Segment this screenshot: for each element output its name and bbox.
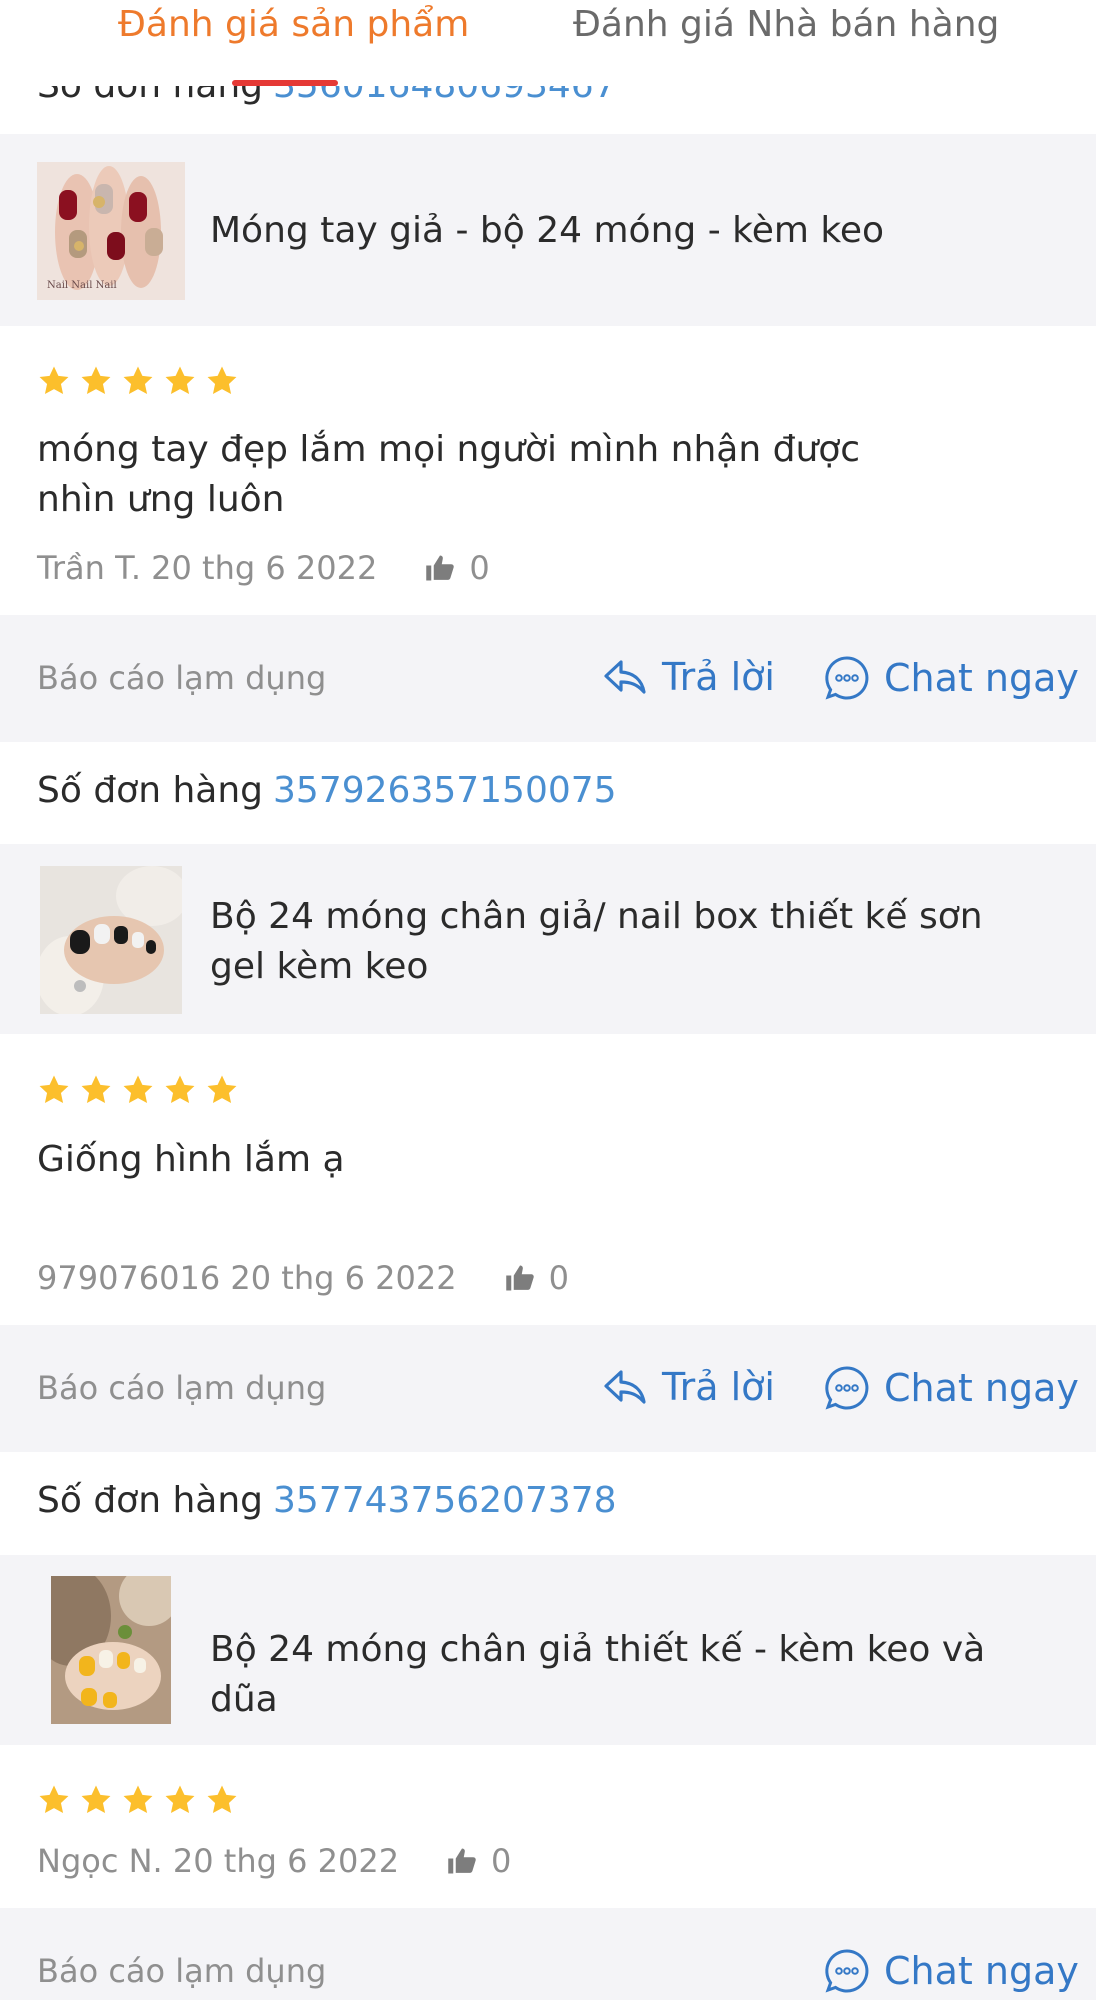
order-label: Số đơn hàng (37, 770, 264, 811)
star-icon (81, 1075, 111, 1104)
like-count: 0 (469, 549, 490, 587)
report-abuse-link[interactable]: Báo cáo lạm dụng (37, 1952, 326, 1990)
reviewer-and-date: Trần T. 20 thg 6 2022 (37, 549, 378, 587)
reply-button[interactable]: Trả lời (602, 1365, 775, 1409)
star-rating (37, 1783, 239, 1819)
star-icon (81, 366, 111, 395)
thumbs-up-icon (505, 1265, 534, 1291)
star-icon (207, 366, 237, 395)
review-tabs: Đánh giá sản phẩm Đánh giá Nhà bán hàng (0, 0, 1096, 86)
review-meta: Trần T. 20 thg 6 2022 0 (37, 549, 490, 587)
product-name: Bộ 24 móng chân giả thiết kế - kèm keo v… (210, 1629, 986, 1720)
like-count: 0 (548, 1259, 569, 1297)
thumbs-up-icon (448, 1848, 476, 1874)
star-icon (39, 366, 69, 395)
chat-now-button[interactable]: Chat ngay (824, 1948, 1079, 1994)
review-text: Giống hình lắm ạ (37, 1139, 345, 1180)
star-icon (39, 1785, 69, 1814)
reply-label: Trả lời (662, 655, 775, 699)
review-meta: 979076016 20 thg 6 2022 0 (37, 1259, 569, 1297)
product-card[interactable]: Bộ 24 móng chân giả/ nail box thiết kế s… (0, 844, 1096, 1034)
star-icon (123, 366, 153, 395)
star-icon (123, 1075, 153, 1104)
reviewer-and-date: 979076016 20 thg 6 2022 (37, 1259, 457, 1297)
tab-seller-reviews[interactable]: Đánh giá Nhà bán hàng (573, 4, 999, 45)
review-text: móng tay đẹp lắm mọi người mình nhận đượ… (37, 429, 861, 520)
order-number-link[interactable]: 357743756207378 (273, 1480, 617, 1521)
chat-now-label: Chat ngay (884, 1366, 1079, 1410)
order-number-row: Số đơn hàng 357743756207378 (37, 1480, 617, 1521)
thumbs-up-icon (426, 555, 455, 581)
chat-now-label: Chat ngay (884, 1949, 1079, 1993)
order-number-link[interactable]: 357926357150075 (273, 770, 617, 811)
chat-now-button[interactable]: Chat ngay (824, 1365, 1079, 1411)
like-button[interactable]: 0 (505, 1259, 569, 1297)
product-thumbnail: Nail Nail Nail (37, 162, 185, 300)
review-actions-bar: Báo cáo lạm dụng Trả lời Chat ngay (0, 615, 1096, 742)
reply-icon (604, 1370, 646, 1404)
tab-product-reviews[interactable]: Đánh giá sản phẩm (118, 4, 469, 45)
star-icon (165, 366, 195, 395)
svg-text:Nail Nail Nail: Nail Nail Nail (47, 280, 117, 291)
star-icon (207, 1785, 237, 1814)
order-label: Số đơn hàng (37, 1480, 264, 1521)
product-card[interactable]: Nail Nail Nail Móng tay giả - bộ 24 móng… (0, 134, 1096, 326)
product-thumbnail (51, 1576, 171, 1724)
star-icon (123, 1785, 153, 1814)
star-rating (37, 364, 239, 400)
chat-now-button[interactable]: Chat ngay (824, 655, 1079, 701)
order-number-row: Số đơn hàng 357926357150075 (37, 770, 617, 811)
product-thumbnail (40, 866, 182, 1014)
reply-icon (604, 660, 646, 694)
like-button[interactable]: 0 (447, 1842, 511, 1880)
reply-label: Trả lời (662, 1365, 775, 1409)
chat-bubble-icon (825, 1366, 869, 1410)
report-abuse-link[interactable]: Báo cáo lạm dụng (37, 1369, 326, 1407)
star-rating (37, 1073, 239, 1109)
review-meta: Ngọc N. 20 thg 6 2022 0 (37, 1842, 511, 1880)
review-actions-bar: Báo cáo lạm dụng Trả lời Chat ngay (0, 1325, 1096, 1452)
like-button[interactable]: 0 (425, 549, 490, 587)
chat-bubble-icon (825, 1949, 869, 1993)
reply-button[interactable]: Trả lời (602, 655, 775, 699)
product-name: Móng tay giả - bộ 24 móng - kèm keo (210, 210, 885, 251)
product-card[interactable]: Bộ 24 móng chân giả thiết kế - kèm keo v… (0, 1555, 1096, 1745)
chat-now-label: Chat ngay (884, 656, 1079, 700)
report-abuse-link[interactable]: Báo cáo lạm dụng (37, 659, 326, 697)
star-icon (165, 1785, 195, 1814)
reviewer-and-date: Ngọc N. 20 thg 6 2022 (37, 1842, 400, 1880)
active-tab-indicator (232, 80, 338, 86)
star-icon (207, 1075, 237, 1104)
star-icon (81, 1785, 111, 1814)
chat-bubble-icon (825, 656, 869, 700)
star-icon (165, 1075, 195, 1104)
product-name: Bộ 24 móng chân giả/ nail box thiết kế s… (210, 896, 983, 987)
like-count: 0 (491, 1842, 512, 1880)
review-actions-bar: Báo cáo lạm dụng Chat ngay (0, 1908, 1096, 2000)
star-icon (39, 1075, 69, 1104)
